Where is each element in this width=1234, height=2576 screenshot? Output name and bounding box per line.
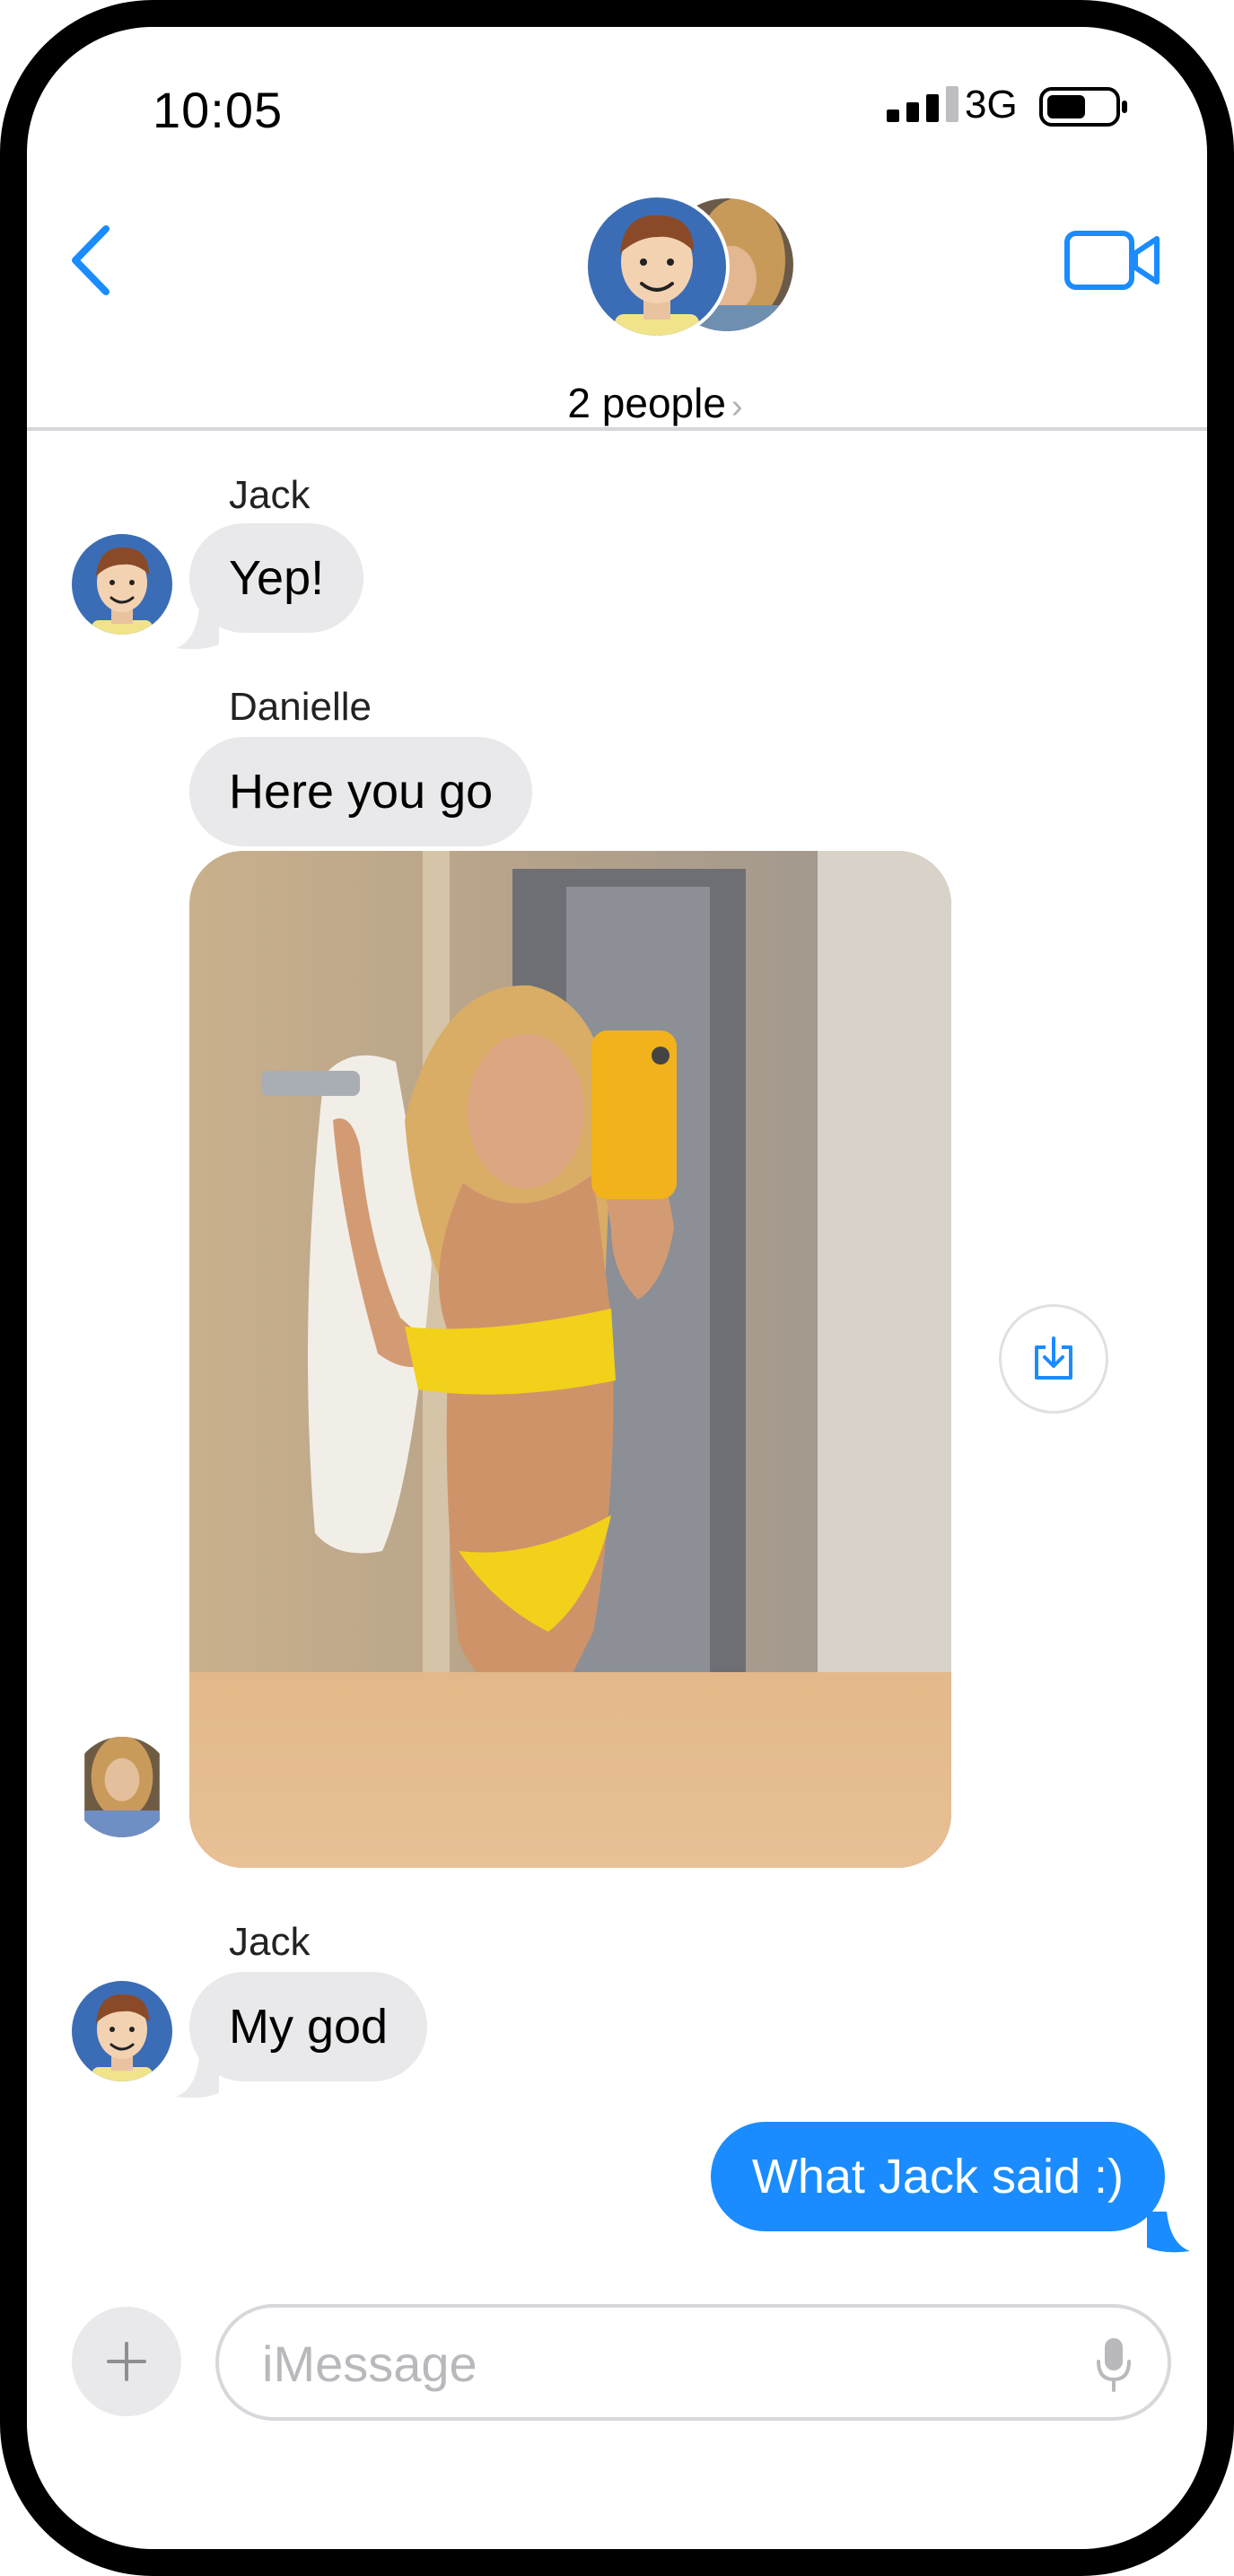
message-bubble[interactable]: My god [189, 1972, 428, 2081]
bubble-tail [1147, 2212, 1190, 2253]
signal-icon [887, 86, 958, 122]
participants-button[interactable]: 2 people › [521, 379, 790, 427]
danielle-avatar[interactable] [72, 1737, 172, 1837]
message-input[interactable]: iMessage [215, 2304, 1171, 2421]
sender-name: Jack [229, 473, 311, 517]
sender-name: Jack [229, 1920, 311, 1964]
apps-plus-button[interactable] [72, 2307, 181, 2416]
microphone-icon[interactable] [1096, 2336, 1132, 2392]
group-avatar[interactable] [588, 197, 794, 350]
save-download-icon [1035, 1336, 1072, 1380]
network-type: 3G [965, 83, 1018, 127]
jack-avatar[interactable] [72, 1981, 172, 2081]
phone-frame: 10:05 3G 2 people › Jack Yep! Danielle H… [0, 0, 1234, 2576]
status-time: 10:05 [153, 82, 284, 138]
message-placeholder: iMessage [262, 2335, 477, 2392]
message-bubble[interactable]: Yep! [189, 523, 364, 633]
plus-icon [107, 2342, 146, 2381]
participants-label: 2 people [567, 380, 726, 426]
sender-name: Danielle [229, 685, 372, 729]
battery-icon [1039, 87, 1127, 127]
sent-message-bubble[interactable]: What Jack said :) [710, 2122, 1165, 2231]
chevron-right-icon: › [731, 388, 743, 425]
screen: 10:05 3G 2 people › Jack Yep! Danielle H… [27, 27, 1207, 2549]
jack-avatar[interactable] [72, 534, 172, 635]
video-camera-icon[interactable] [1063, 226, 1162, 294]
photo-attachment[interactable] [189, 851, 951, 1868]
message-bubble[interactable]: Here you go [189, 737, 533, 846]
save-photo-button[interactable] [999, 1304, 1108, 1414]
header-divider [27, 427, 1207, 431]
back-chevron-icon[interactable] [65, 220, 118, 301]
